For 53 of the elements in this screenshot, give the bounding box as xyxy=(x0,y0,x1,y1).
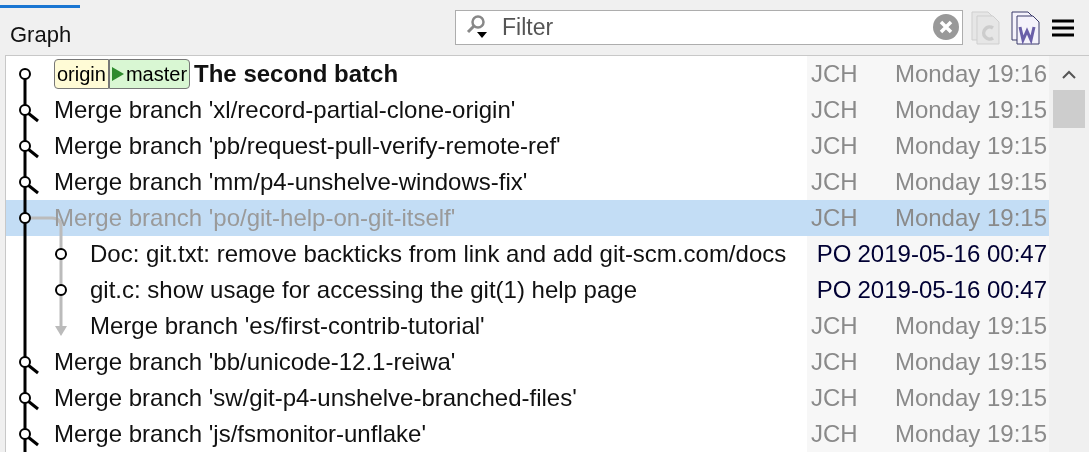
commit-row[interactable]: Merge branch 'js/fsmonitor-unflake' JCH Monday 19:15 xyxy=(6,416,1049,452)
commit-date: Monday 19:15 xyxy=(894,131,1047,161)
commit-message: Doc: git.txt: remove backticks from link and add git-scm.com/docs xyxy=(90,239,787,269)
commit-author: JCH xyxy=(811,383,858,413)
commit-author: JCH xyxy=(811,131,858,161)
commit-message: Merge branch 'sw/git-p4-unshelve-branched-files' xyxy=(54,383,577,413)
commit-author: JCH xyxy=(811,95,858,125)
commit-author: JCH xyxy=(811,311,858,341)
commit-date: Monday 19:15 xyxy=(894,167,1047,197)
branch-label: master xyxy=(108,59,191,89)
branch-label: origin xyxy=(54,59,109,89)
commit-date: Monday 19:15 xyxy=(894,311,1047,341)
commit-message: git.c: show usage for accessing the git(1) help page xyxy=(90,275,637,305)
scrollbar-thumb[interactable] xyxy=(1053,90,1085,128)
commit-message: Merge branch 'mm/p4-unshelve-windows-fix' xyxy=(54,167,528,197)
commit-row[interactable]: Merge branch 'xl/record-partial-clone-origin' JCH Monday 19:15 xyxy=(6,92,1049,128)
commit-row[interactable]: Merge branch 'pb/request-pull-verify-remote-ref' JCH Monday 19:15 xyxy=(6,128,1049,164)
commit-row[interactable]: origin master The second batch JCH Monday 19:16 xyxy=(6,56,1049,92)
commit-author: JCH xyxy=(811,347,858,377)
commit-date: Monday 19:15 xyxy=(894,95,1047,125)
commit-author: JCH xyxy=(811,167,858,197)
commit-date: 2019-05-16 00:47 xyxy=(857,239,1047,269)
commit-author: PO xyxy=(816,239,852,269)
commit-message: Merge branch 'po/git-help-on-git-itself' xyxy=(54,203,456,233)
commit-message: Merge branch 'bb/unicode-12.1-reiwa' xyxy=(54,347,456,377)
commit-date: 2019-05-16 00:47 xyxy=(857,275,1047,305)
play-icon xyxy=(111,67,124,81)
clear-icon[interactable] xyxy=(933,14,959,40)
commit-author: JCH xyxy=(811,419,858,449)
commit-row[interactable]: git.c: show usage for accessing the git(1) help page PO 2019-05-16 00:47 xyxy=(6,272,1049,308)
commit-message: Merge branch 'js/fsmonitor-unflake' xyxy=(54,419,426,449)
commit-author: JCH xyxy=(811,203,858,233)
commit-date: Monday 19:15 xyxy=(894,203,1047,233)
commit-author: JCH xyxy=(811,59,858,89)
commit-date: Monday 19:15 xyxy=(894,347,1047,377)
commit-message: Merge branch 'pb/request-pull-verify-remote-ref' xyxy=(54,131,561,161)
commit-date: Monday 19:16 xyxy=(894,59,1047,89)
commit-row[interactable]: Merge branch 'sw/git-p4-unshelve-branched-files' JCH Monday 19:15 xyxy=(6,380,1049,416)
commit-message: Merge branch 'es/first-contrib-tutorial' xyxy=(90,311,485,341)
commit-row[interactable]: Doc: git.txt: remove backticks from link and add git-scm.com/docs PO 2019-05-16 00:47 xyxy=(6,236,1049,272)
commit-author: PO xyxy=(816,275,852,305)
scrollbar[interactable] xyxy=(1049,56,1089,452)
search-icon xyxy=(465,14,489,40)
document-icon[interactable] xyxy=(1011,10,1041,45)
commit-message: Merge branch 'xl/record-partial-clone-origin' xyxy=(54,95,516,125)
commit-date: Monday 19:15 xyxy=(894,419,1047,449)
commit-row[interactable]: Merge branch 'bb/unicode-12.1-reiwa' JCH Monday 19:15 xyxy=(6,344,1049,380)
commit-row[interactable]: Merge branch 'es/first-contrib-tutorial' JCH Monday 19:15 xyxy=(6,308,1049,344)
scroll-up-icon[interactable] xyxy=(1062,69,1076,79)
commit-date: Monday 19:15 xyxy=(894,383,1047,413)
filter-field[interactable]: Filter xyxy=(455,10,963,45)
commit-message: The second batch xyxy=(194,59,399,89)
menu-icon[interactable] xyxy=(1051,17,1075,38)
